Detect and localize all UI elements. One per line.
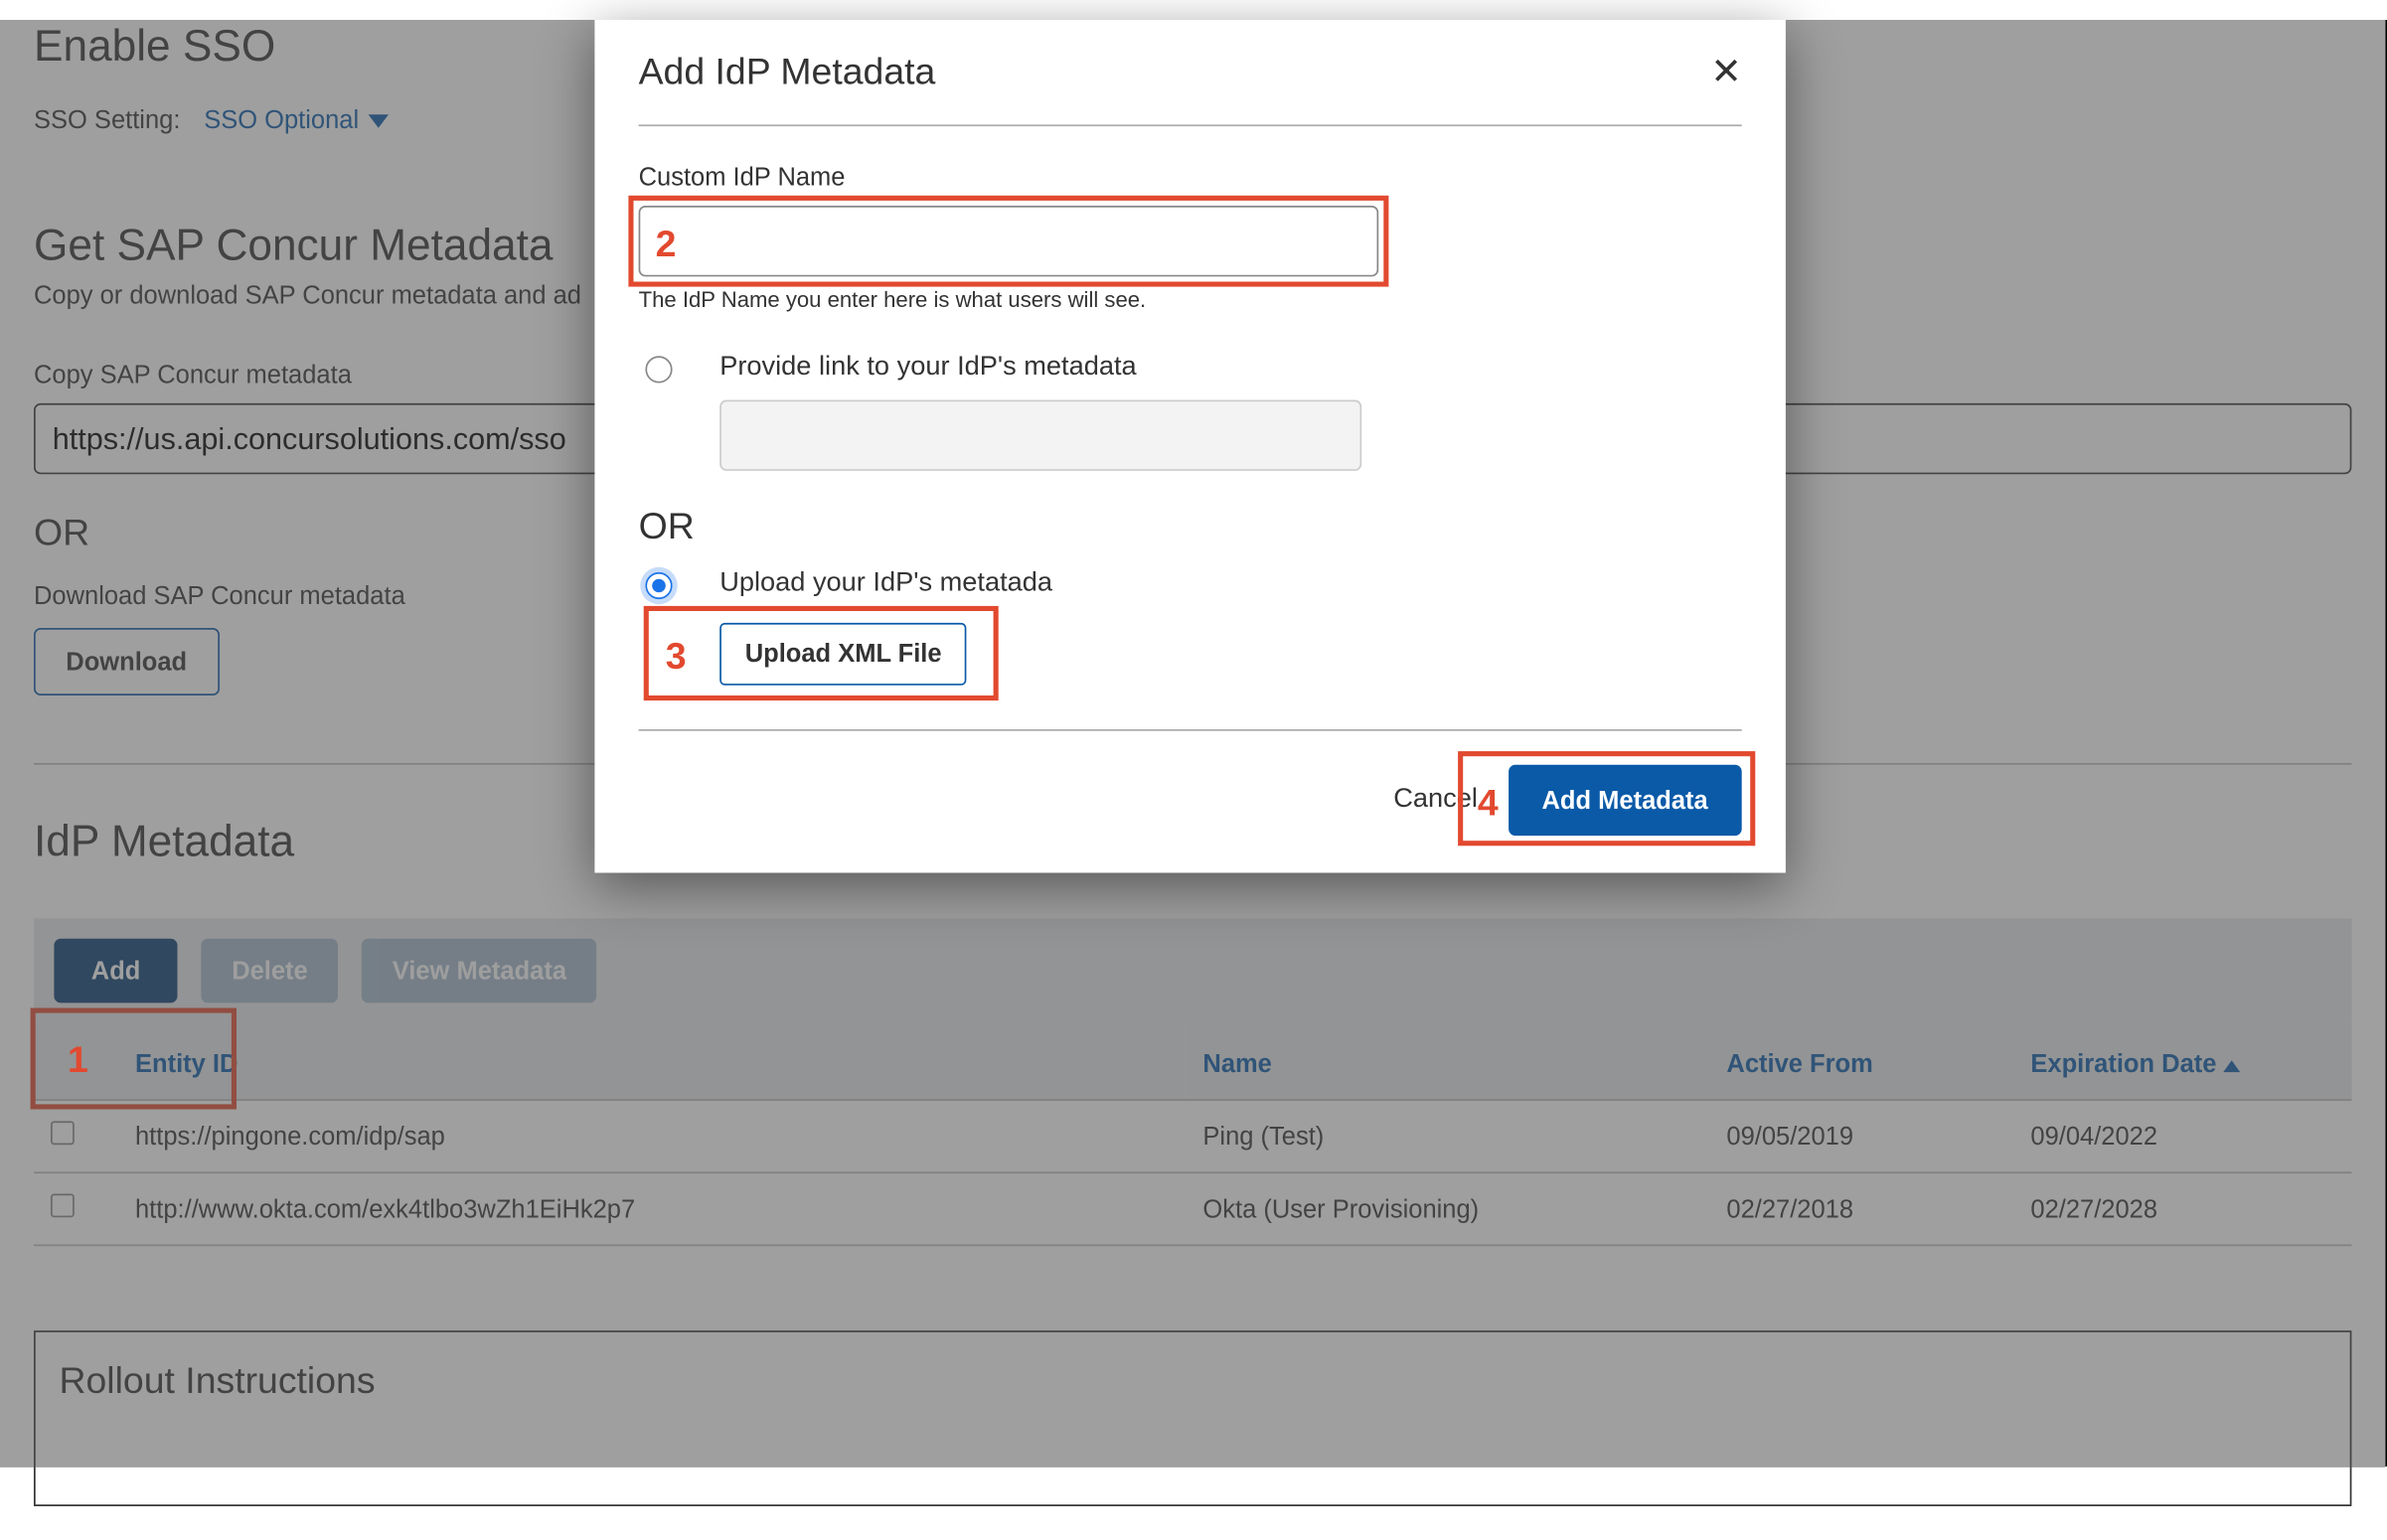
radio-provide-link-label: Provide link to your IdP's metadata: [719, 353, 1361, 384]
annotation-number-1: 1: [68, 1038, 88, 1082]
radio-upload-label: Upload your IdP's metatada: [719, 569, 1052, 600]
add-idp-modal: Add IdP Metadata ✕ Custom IdP Name 2 The…: [594, 20, 1786, 873]
radio-provide-link[interactable]: [645, 356, 672, 383]
cancel-button[interactable]: Cancel: [1393, 785, 1478, 816]
upload-xml-button[interactable]: Upload XML File: [719, 623, 967, 686]
annotation-number-4: 4: [1478, 782, 1499, 826]
custom-idp-input[interactable]: [639, 206, 1379, 276]
radio-upload[interactable]: [645, 572, 672, 599]
close-icon[interactable]: ✕: [1710, 51, 1741, 94]
modal-title: Add IdP Metadata: [639, 51, 936, 94]
custom-idp-label: Custom IdP Name: [639, 164, 1742, 193]
custom-idp-helper: The IdP Name you enter here is what user…: [639, 287, 1742, 313]
annotation-number-2: 2: [656, 223, 677, 266]
modal-or-separator: OR: [639, 505, 1742, 548]
idp-metadata-link-input[interactable]: [719, 400, 1361, 471]
annotation-number-3: 3: [666, 635, 687, 679]
add-metadata-button[interactable]: Add Metadata: [1509, 765, 1742, 836]
